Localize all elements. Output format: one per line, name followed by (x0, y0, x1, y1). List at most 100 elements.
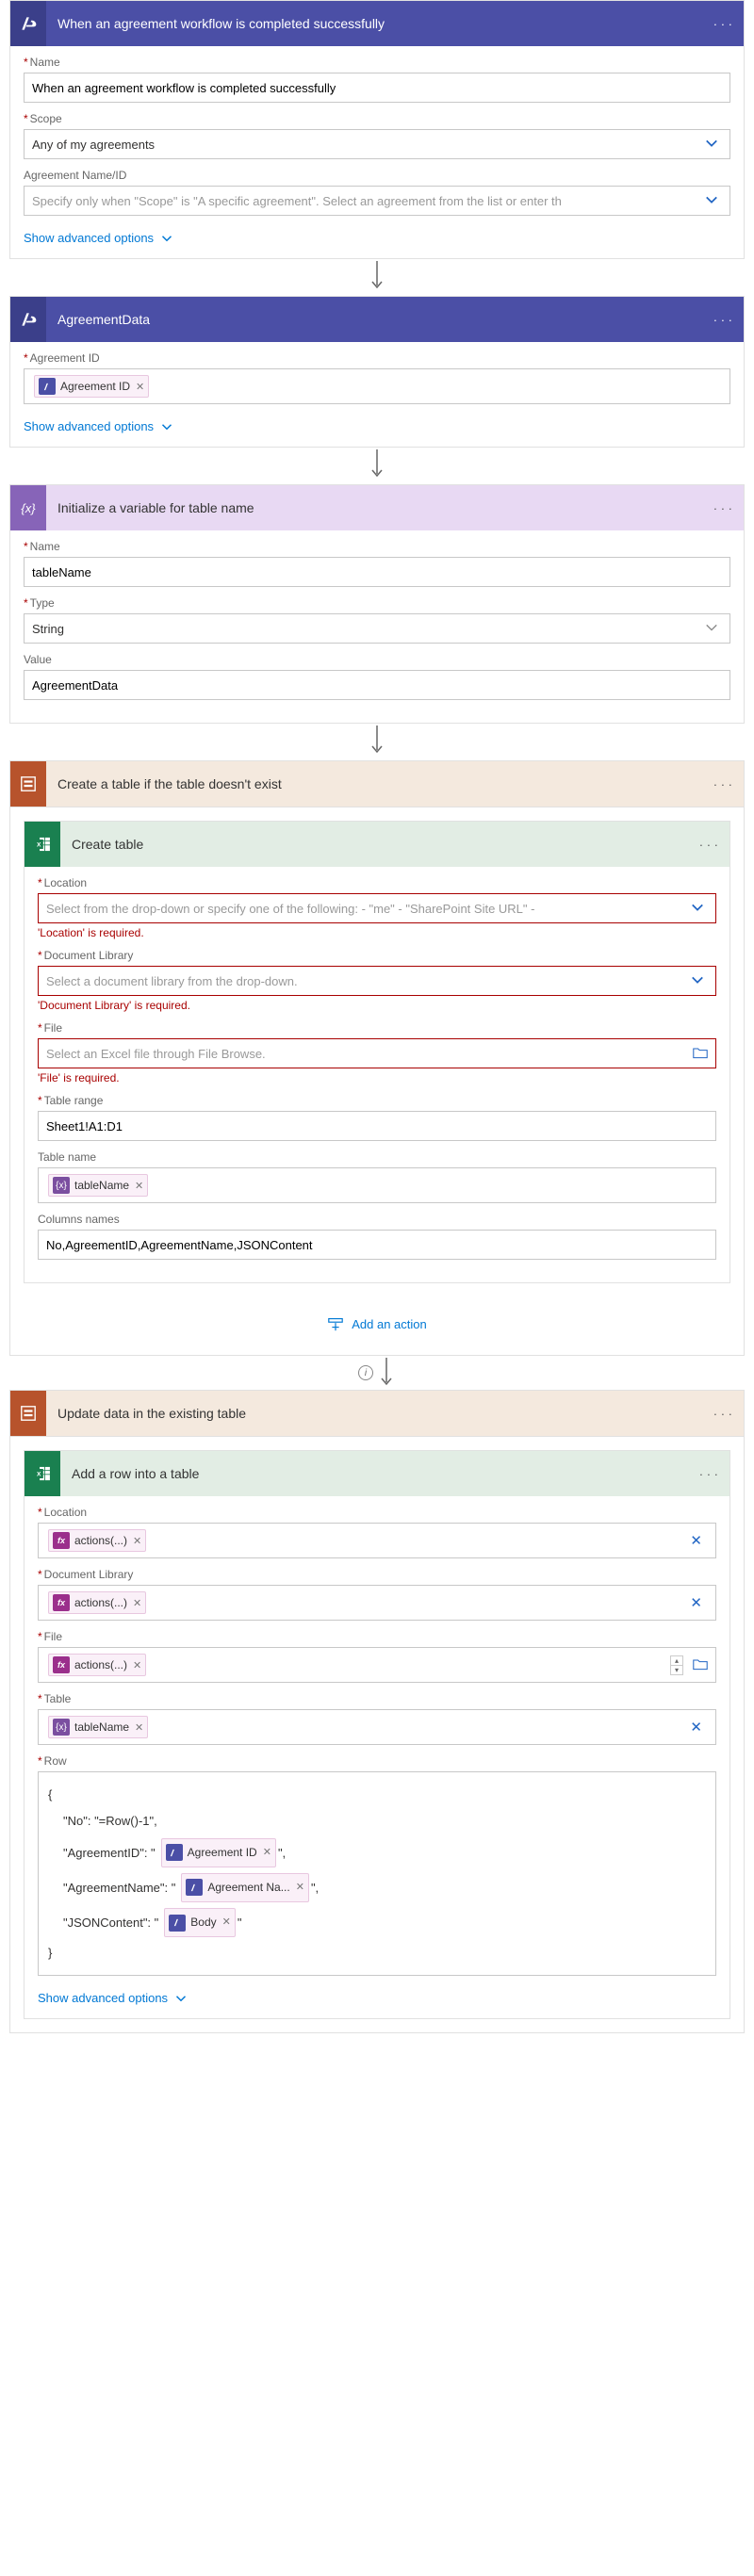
table-input[interactable]: {x} tableName ✕ ✕ (38, 1709, 716, 1745)
initvar-title: Initialize a variable for table name (46, 500, 702, 515)
folder-browse-icon[interactable] (687, 1046, 708, 1062)
scope-icon (10, 761, 46, 807)
fx-icon: fx (53, 1656, 70, 1673)
more-icon[interactable]: · · · (702, 777, 744, 791)
scope-label: Scope (30, 112, 62, 125)
varname-input[interactable] (24, 557, 730, 587)
flow-arrow (0, 259, 754, 296)
token-agreementname[interactable]: Agreement Na... ✕ (181, 1873, 309, 1902)
doclib-select[interactable]: Select a document library from the drop-… (38, 966, 716, 996)
folder-browse-icon[interactable] (687, 1657, 708, 1673)
token-remove-icon[interactable]: ✕ (135, 1180, 143, 1192)
token-remove-icon[interactable]: ✕ (133, 1597, 141, 1609)
variable-icon: {x} (53, 1177, 70, 1194)
row-label: Row (44, 1754, 67, 1768)
range-input[interactable] (38, 1111, 716, 1141)
doclib-input[interactable]: fx actions(...) ✕ ✕ (38, 1585, 716, 1621)
trigger-title: When an agreement workflow is completed … (46, 16, 702, 31)
initvar-header[interactable]: {x} Initialize a variable for table name… (10, 485, 744, 530)
file-browse[interactable]: Select an Excel file through File Browse… (38, 1038, 716, 1068)
more-icon[interactable]: · · · (688, 838, 729, 852)
token-remove-icon[interactable]: ✕ (296, 1877, 304, 1899)
more-icon[interactable]: · · · (702, 501, 744, 515)
number-stepper[interactable]: ▴▾ (670, 1655, 683, 1675)
token-agreementid[interactable]: Agreement ID ✕ (34, 375, 149, 398)
location-label: Location (44, 876, 87, 889)
more-icon[interactable]: · · · (702, 1407, 744, 1421)
file-label: File (44, 1021, 62, 1035)
row-json-editor[interactable]: { "No": "=Row()-1", "AgreementID": " Agr… (38, 1771, 716, 1976)
token-fx-actions[interactable]: fx actions(...) ✕ (48, 1529, 146, 1552)
addrow-title: Add a row into a table (60, 1466, 688, 1481)
create-scope-title: Create a table if the table doesn't exis… (46, 776, 702, 791)
token-tablename[interactable]: {x} tableName ✕ (48, 1174, 148, 1197)
show-advanced-link[interactable]: Show advanced options (24, 419, 172, 433)
token-remove-icon[interactable]: ✕ (263, 1842, 271, 1864)
excel-icon: X (25, 1451, 60, 1496)
vartype-select[interactable]: String (24, 613, 730, 644)
flow-arrow-info: i (0, 1356, 754, 1390)
agreementid-label: Agreement ID (30, 351, 100, 365)
addrow-header[interactable]: X Add a row into a table · · · (25, 1451, 729, 1496)
createtable-header[interactable]: X Create table · · · (25, 822, 729, 867)
more-icon[interactable]: · · · (688, 1467, 729, 1481)
chevron-down-icon[interactable] (687, 901, 708, 917)
tablename-input[interactable]: {x} tableName ✕ (38, 1167, 716, 1203)
fx-icon: fx (53, 1532, 70, 1549)
trigger-header[interactable]: When an agreement workflow is completed … (10, 1, 744, 46)
flow-arrow (0, 724, 754, 760)
token-body[interactable]: Body ✕ (164, 1908, 236, 1937)
adobe-sign-icon (39, 378, 56, 395)
step-up-icon: ▴ (671, 1656, 682, 1666)
show-advanced-link[interactable]: Show advanced options (24, 231, 172, 245)
chevron-down-icon[interactable] (687, 973, 708, 989)
token-remove-icon[interactable]: ✕ (136, 381, 144, 393)
scope-icon (10, 1391, 46, 1436)
token-remove-icon[interactable]: ✕ (133, 1659, 141, 1671)
token-remove-icon[interactable]: ✕ (133, 1535, 141, 1547)
chevron-down-icon[interactable] (701, 193, 722, 209)
token-tablename[interactable]: {x} tableName ✕ (48, 1716, 148, 1738)
add-action-button[interactable]: Add an action (24, 1306, 730, 1342)
adobe-sign-icon (166, 1844, 183, 1861)
clear-icon[interactable]: ✕ (684, 1532, 708, 1549)
chevron-down-icon[interactable] (701, 137, 722, 153)
location-input[interactable]: fx actions(...) ✕ ✕ (38, 1523, 716, 1558)
clear-icon[interactable]: ✕ (684, 1594, 708, 1611)
varvalue-label: Value (24, 653, 52, 666)
file-label: File (44, 1630, 62, 1643)
token-remove-icon[interactable]: ✕ (135, 1721, 143, 1734)
chevron-down-icon[interactable] (701, 621, 722, 637)
file-input[interactable]: fx actions(...) ✕ ▴▾ (38, 1647, 716, 1683)
adobe-sign-icon (186, 1879, 203, 1896)
varvalue-input[interactable] (24, 670, 730, 700)
agreementdata-card: AgreementData · · · *Agreement ID Agreem… (9, 296, 745, 448)
agreement-label: Agreement Name/ID (24, 169, 126, 182)
step-down-icon: ▾ (671, 1666, 682, 1674)
info-icon[interactable]: i (358, 1365, 373, 1380)
table-label: Table (44, 1692, 72, 1705)
variable-icon: {x} (53, 1719, 70, 1736)
name-input[interactable] (24, 73, 730, 103)
agreementid-input[interactable]: Agreement ID ✕ (24, 368, 730, 404)
token-fx-actions[interactable]: fx actions(...) ✕ (48, 1591, 146, 1614)
location-select[interactable]: Select from the drop-down or specify one… (38, 893, 716, 923)
excel-icon: X (25, 822, 60, 867)
adobe-sign-icon (10, 297, 46, 342)
create-scope-card: Create a table if the table doesn't exis… (9, 760, 745, 807)
token-fx-actions[interactable]: fx actions(...) ✕ (48, 1654, 146, 1676)
update-scope-header[interactable]: Update data in the existing table · · · (10, 1391, 744, 1436)
create-scope-header[interactable]: Create a table if the table doesn't exis… (10, 761, 744, 807)
svg-text:X: X (37, 842, 41, 849)
clear-icon[interactable]: ✕ (684, 1719, 708, 1736)
token-remove-icon[interactable]: ✕ (222, 1912, 231, 1933)
columns-input[interactable] (38, 1230, 716, 1260)
scope-select[interactable]: Any of my agreements (24, 129, 730, 159)
svg-text:X: X (37, 1472, 41, 1478)
more-icon[interactable]: · · · (702, 313, 744, 327)
token-agreementid[interactable]: Agreement ID ✕ (161, 1838, 276, 1867)
more-icon[interactable]: · · · (702, 17, 744, 31)
show-advanced-link[interactable]: Show advanced options (38, 1991, 187, 2005)
agreementdata-header[interactable]: AgreementData · · · (10, 297, 744, 342)
agreement-select[interactable]: Specify only when "Scope" is "A specific… (24, 186, 730, 216)
